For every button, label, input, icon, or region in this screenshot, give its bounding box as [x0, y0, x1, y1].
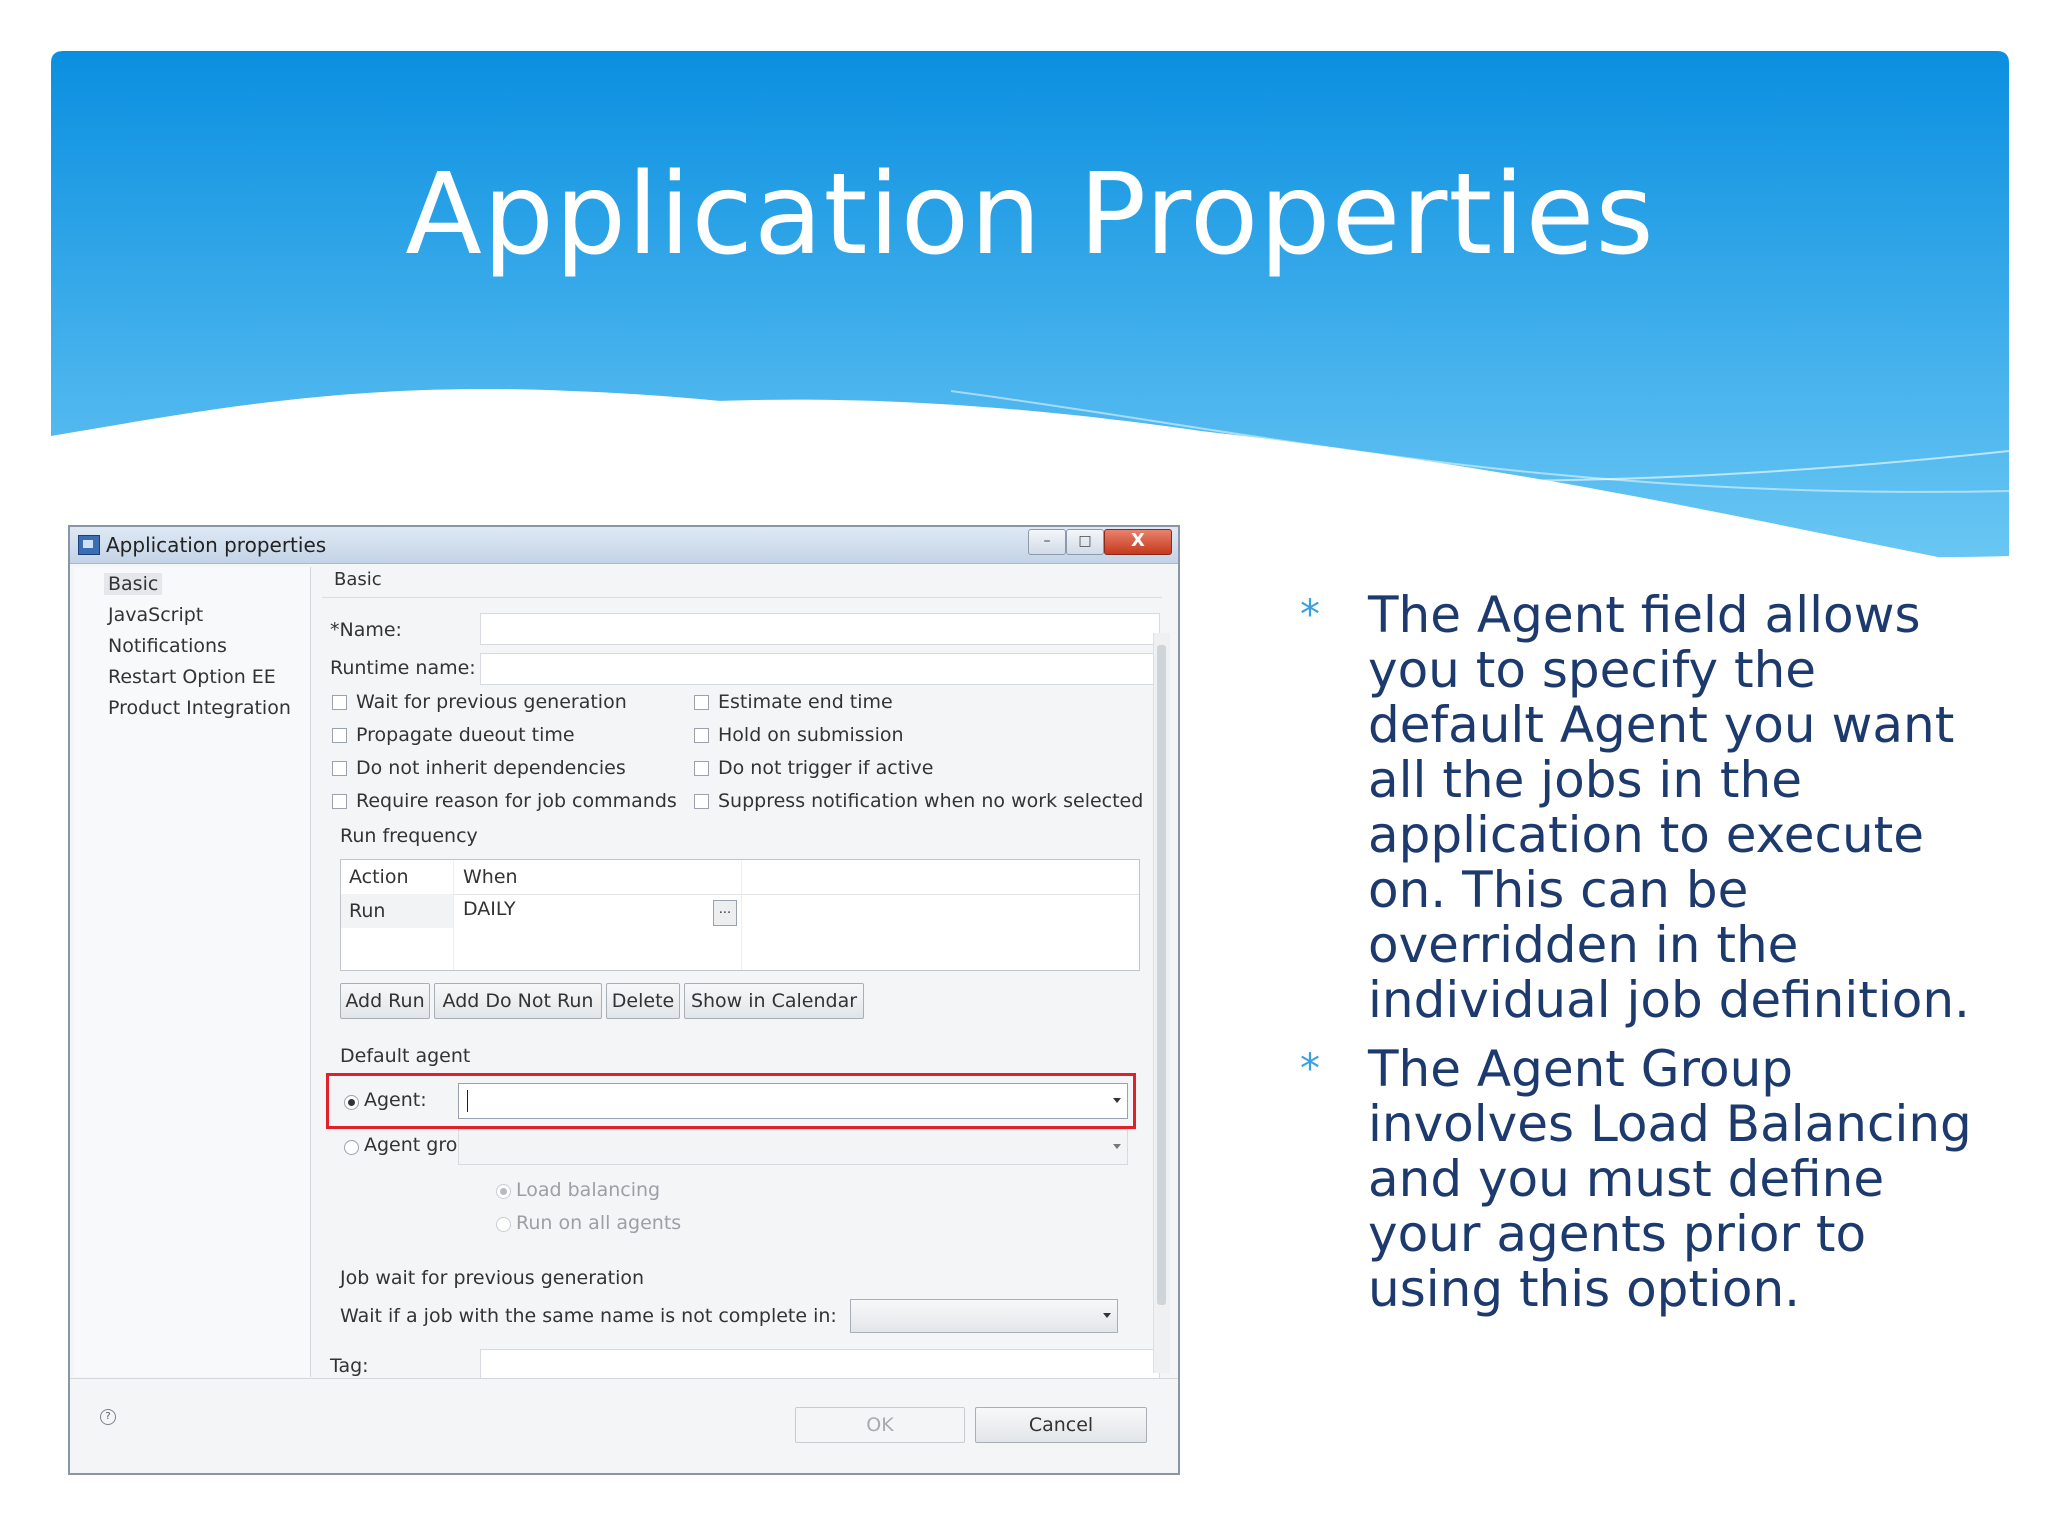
job-wait-description: Wait if a job with the same name is not … [340, 1305, 837, 1327]
header-divider [322, 597, 1162, 598]
text-cursor [467, 1090, 468, 1112]
wait-previous-checkbox[interactable] [332, 695, 347, 710]
nav-item-restart-option[interactable]: Restart Option EE [108, 666, 276, 688]
hold-submission-checkbox[interactable] [694, 728, 709, 743]
tag-field[interactable] [480, 1349, 1160, 1379]
application-properties-dialog: Application properties – □ X Basic JavaS… [68, 525, 1180, 1475]
nav-item-product-integration[interactable]: Product Integration [108, 697, 291, 719]
schedule-browse-button[interactable]: ... [713, 900, 737, 926]
agent-radio[interactable] [344, 1095, 359, 1110]
no-inherit-deps-checkbox[interactable] [332, 761, 347, 776]
close-button[interactable]: X [1104, 529, 1172, 555]
help-icon[interactable]: ? [100, 1409, 116, 1425]
name-label: *Name: [330, 619, 402, 641]
dialog-titlebar[interactable]: Application properties – □ X [70, 527, 1178, 564]
row-when-cell: DAILY [463, 898, 516, 920]
column-divider [453, 860, 454, 970]
propagate-dueout-label: Propagate dueout time [356, 724, 575, 746]
load-balancing-radio[interactable] [496, 1184, 511, 1199]
propagate-dueout-checkbox[interactable] [332, 728, 347, 743]
nav-item-basic[interactable]: Basic [104, 573, 163, 595]
chevron-down-icon [1113, 1144, 1121, 1149]
asterisk-bullet-icon: * [1300, 592, 1320, 638]
title-banner [51, 51, 2009, 571]
show-in-calendar-button[interactable]: Show in Calendar [684, 983, 864, 1019]
suppress-notification-label: Suppress notification when no work selec… [718, 790, 1144, 812]
job-wait-label: Job wait for previous generation [340, 1267, 645, 1289]
column-divider [741, 860, 742, 970]
job-wait-combobox[interactable] [850, 1299, 1118, 1333]
hold-submission-label: Hold on submission [718, 724, 904, 746]
dialog-title: Application properties [106, 533, 327, 557]
content-scrollbar[interactable] [1153, 633, 1170, 1373]
agent-group-radio[interactable] [344, 1140, 359, 1155]
nav-item-notifications[interactable]: Notifications [108, 635, 227, 657]
no-trigger-label: Do not trigger if active [718, 757, 934, 779]
add-run-button[interactable]: Add Run [340, 983, 430, 1019]
bullet-text: The Agent field allows you to specify th… [1368, 586, 1970, 1029]
nav-panel: Basic JavaScript Notifications Restart O… [74, 567, 311, 1377]
bullet-item: * The Agent field allows you to specify … [1300, 588, 2000, 1028]
chevron-down-icon [1113, 1098, 1121, 1103]
run-on-all-agents-radio[interactable] [496, 1217, 511, 1232]
app-icon [78, 535, 100, 555]
section-header: Basic [334, 569, 382, 590]
estimate-end-checkbox[interactable] [694, 695, 709, 710]
bullet-text: The Agent Group involves Load Balancing … [1368, 1040, 1972, 1318]
add-do-not-run-button[interactable]: Add Do Not Run [434, 983, 602, 1019]
no-trigger-checkbox[interactable] [694, 761, 709, 776]
footer-divider [70, 1378, 1178, 1379]
runtime-name-field[interactable] [480, 653, 1160, 685]
run-frequency-label: Run frequency [340, 825, 478, 847]
bullet-list: * The Agent field allows you to specify … [1300, 588, 2000, 1331]
nav-item-javascript[interactable]: JavaScript [108, 604, 203, 626]
run-frequency-table: Action When Run DAILY ... [340, 859, 1140, 971]
load-balancing-label: Load balancing [516, 1179, 661, 1201]
default-agent-label: Default agent [340, 1045, 471, 1067]
agent-radio-label: Agent: [364, 1089, 427, 1111]
scrollbar-thumb[interactable] [1157, 645, 1166, 1305]
asterisk-bullet-icon: * [1300, 1046, 1320, 1092]
name-field[interactable] [480, 613, 1160, 645]
maximize-button[interactable]: □ [1066, 529, 1104, 555]
bullet-item: * The Agent Group involves Load Balancin… [1300, 1042, 2000, 1317]
chevron-down-icon [1103, 1313, 1111, 1318]
no-inherit-deps-label: Do not inherit dependencies [356, 757, 626, 779]
estimate-end-label: Estimate end time [718, 691, 893, 713]
require-reason-checkbox[interactable] [332, 794, 347, 809]
minimize-button[interactable]: – [1028, 529, 1066, 555]
agent-group-combobox[interactable] [458, 1129, 1128, 1165]
row-action-cell: Run [349, 900, 386, 922]
ok-button[interactable]: OK [795, 1407, 965, 1443]
tag-label: Tag: [330, 1355, 369, 1377]
wait-previous-label: Wait for previous generation [356, 691, 627, 713]
run-on-all-agents-label: Run on all agents [516, 1212, 682, 1234]
column-header-action: Action [349, 866, 409, 888]
table-header-row [341, 860, 1139, 895]
content-panel: Basic *Name: Runtime name: Wait for prev… [314, 563, 1178, 1379]
runtime-name-label: Runtime name: [330, 657, 476, 679]
slide-title: Application Properties [405, 150, 1655, 280]
require-reason-label: Require reason for job commands [356, 790, 677, 812]
agent-combobox[interactable] [458, 1083, 1128, 1119]
delete-button[interactable]: Delete [606, 983, 680, 1019]
column-header-when: When [463, 866, 518, 888]
cancel-button[interactable]: Cancel [975, 1407, 1147, 1443]
suppress-notification-checkbox[interactable] [694, 794, 709, 809]
